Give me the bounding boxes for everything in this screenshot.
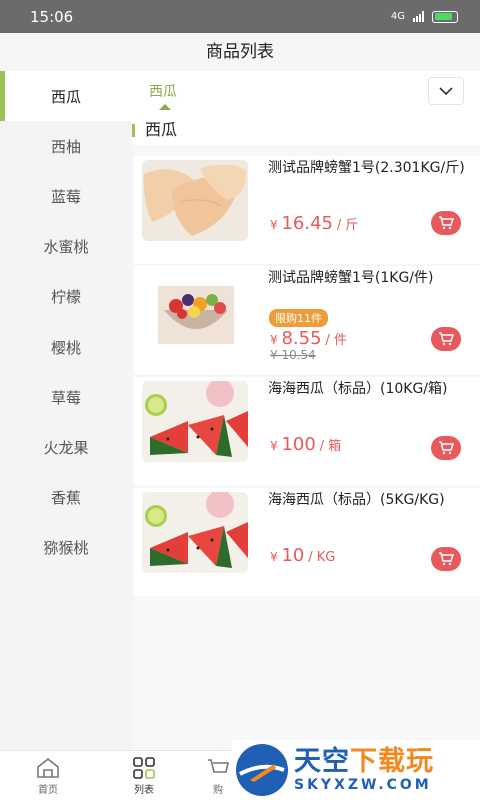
purchase-limit-badge: 限购11件: [269, 309, 328, 327]
cart-icon: [439, 441, 454, 455]
product-card[interactable]: 海海西瓜（标品）(5KG/KG) ¥ 10 / KG: [134, 488, 480, 596]
sidebar-item-label: 西瓜: [50, 87, 81, 106]
sidebar-item-lemon[interactable]: 柠檬: [0, 272, 132, 322]
price-value: 8.55: [281, 328, 322, 349]
watermark-brand-b: 下载玩: [350, 746, 434, 777]
add-to-cart-button[interactable]: [431, 327, 461, 351]
status-time: 15:06: [30, 7, 74, 26]
product-name[interactable]: 测试品牌螃蟹1号(1KG/件): [268, 269, 473, 288]
sidebar-item-strawberry[interactable]: 草莓: [0, 372, 132, 422]
watermark-text: 天空下载玩 SKYXZW.COM: [294, 746, 434, 794]
sidebar-item-watermelon[interactable]: 西瓜: [0, 71, 132, 122]
add-to-cart-button[interactable]: [431, 436, 461, 460]
product-name[interactable]: 测试品牌螃蟹1号(2.301KG/斤): [268, 159, 473, 178]
expand-tabs-button[interactable]: [428, 77, 464, 105]
product-list-panel: 西瓜 西瓜 测试品牌螃蟹1号(2.301KG/斤) ¥ 16.45 / 斤 测试…: [132, 71, 480, 750]
battery-icon: [432, 10, 458, 23]
product-image-chicken-wings[interactable]: [142, 160, 248, 241]
sidebar-item-kiwi[interactable]: 猕猴桃: [0, 523, 132, 573]
tab-home[interactable]: 首页: [18, 757, 78, 796]
cart-icon: [439, 216, 454, 230]
product-name[interactable]: 海海西瓜（标品）(10KG/箱): [268, 380, 473, 399]
price-unit: / 箱: [319, 439, 342, 454]
tab-list[interactable]: 列表: [114, 757, 174, 796]
price-currency: ¥: [270, 550, 278, 564]
status-icons: 4G: [390, 10, 458, 23]
sidebar-item-label: 草莓: [50, 388, 81, 407]
product-price: ¥ 100 / 箱: [270, 434, 341, 455]
page-title: 商品列表: [0, 33, 480, 71]
price-currency: ¥: [270, 218, 278, 232]
sidebar-item-label: 柠檬: [50, 288, 81, 307]
product-card[interactable]: 测试品牌螃蟹1号(1KG/件) 限购11件 ¥ 8.55 / 件 ¥ 10.54: [134, 266, 480, 374]
watermark-brand-a: 天空: [294, 746, 350, 777]
site-watermark: 天空下载玩 SKYXZW.COM: [232, 740, 480, 800]
sidebar-item-cherry[interactable]: 樱桃: [0, 322, 132, 372]
product-price: ¥ 16.45 / 斤: [270, 213, 358, 234]
product-price: ¥ 10 / KG: [270, 545, 335, 566]
add-to-cart-button[interactable]: [431, 211, 461, 235]
sidebar-item-label: 猕猴桃: [43, 539, 89, 558]
sidebar-item-label: 西柚: [50, 137, 81, 156]
price-unit: / 斤: [336, 218, 359, 233]
watermark-domain: SKYXZW.COM: [294, 777, 432, 793]
price-value: 10: [281, 545, 305, 566]
tab-indicator: [159, 104, 171, 110]
sidebar-item-dragonfruit[interactable]: 火龙果: [0, 422, 132, 472]
sidebar-item-grapefruit[interactable]: 西柚: [0, 121, 132, 171]
price-unit: / 件: [325, 333, 347, 348]
tab-cart-label: 购: [213, 785, 223, 796]
price-value: 16.45: [281, 213, 333, 234]
sidebar-item-blueberry[interactable]: 蓝莓: [0, 171, 132, 221]
grid-icon: [133, 757, 155, 779]
price-currency: ¥: [270, 439, 278, 453]
sidebar-item-label: 火龙果: [43, 438, 89, 457]
watermark-logo: [236, 744, 288, 796]
sidebar-item-label: 水蜜桃: [43, 238, 89, 257]
status-bar: 15:06 4G: [0, 0, 480, 33]
category-sidebar: 西瓜 西柚 蓝莓 水蜜桃 柠檬 樱桃 草莓 火龙果 香蕉 猕猴桃: [0, 71, 132, 750]
cart-icon: [439, 552, 454, 566]
product-price: ¥ 8.55 / 件: [270, 328, 347, 349]
tab-watermelon[interactable]: 西瓜: [149, 81, 177, 101]
sidebar-item-label: 樱桃: [50, 338, 81, 357]
add-to-cart-button[interactable]: [431, 547, 461, 571]
price-value: 100: [281, 434, 316, 455]
network-label: 4G: [390, 11, 405, 22]
product-image-watermelon-slices[interactable]: [142, 381, 248, 462]
product-image-fruit-salad[interactable]: [142, 270, 248, 351]
sidebar-item-label: 香蕉: [50, 489, 81, 508]
signal-icon: [413, 11, 424, 22]
product-name[interactable]: 海海西瓜（标品）(5KG/KG): [268, 491, 473, 510]
sidebar-item-peach[interactable]: 水蜜桃: [0, 222, 132, 272]
chevron-down-icon: [439, 87, 453, 95]
sidebar-item-label: 蓝莓: [50, 187, 81, 206]
cart-icon: [208, 759, 229, 773]
tab-list-label: 列表: [134, 785, 154, 796]
product-card[interactable]: 海海西瓜（标品）(10KG/箱) ¥ 100 / 箱: [134, 377, 480, 485]
home-icon: [37, 757, 59, 778]
original-price: ¥ 10.54: [270, 348, 316, 362]
tab-home-label: 首页: [38, 785, 58, 796]
subcategory-tabs: 西瓜: [132, 71, 480, 115]
cart-icon: [439, 332, 454, 346]
sidebar-item-banana[interactable]: 香蕉: [0, 473, 132, 523]
section-title: 西瓜: [132, 115, 480, 145]
product-image-watermelon-slices[interactable]: [142, 492, 248, 573]
product-card[interactable]: 测试品牌螃蟹1号(2.301KG/斤) ¥ 16.45 / 斤: [134, 156, 480, 264]
price-currency: ¥: [270, 333, 278, 347]
price-unit: / KG: [308, 550, 336, 565]
